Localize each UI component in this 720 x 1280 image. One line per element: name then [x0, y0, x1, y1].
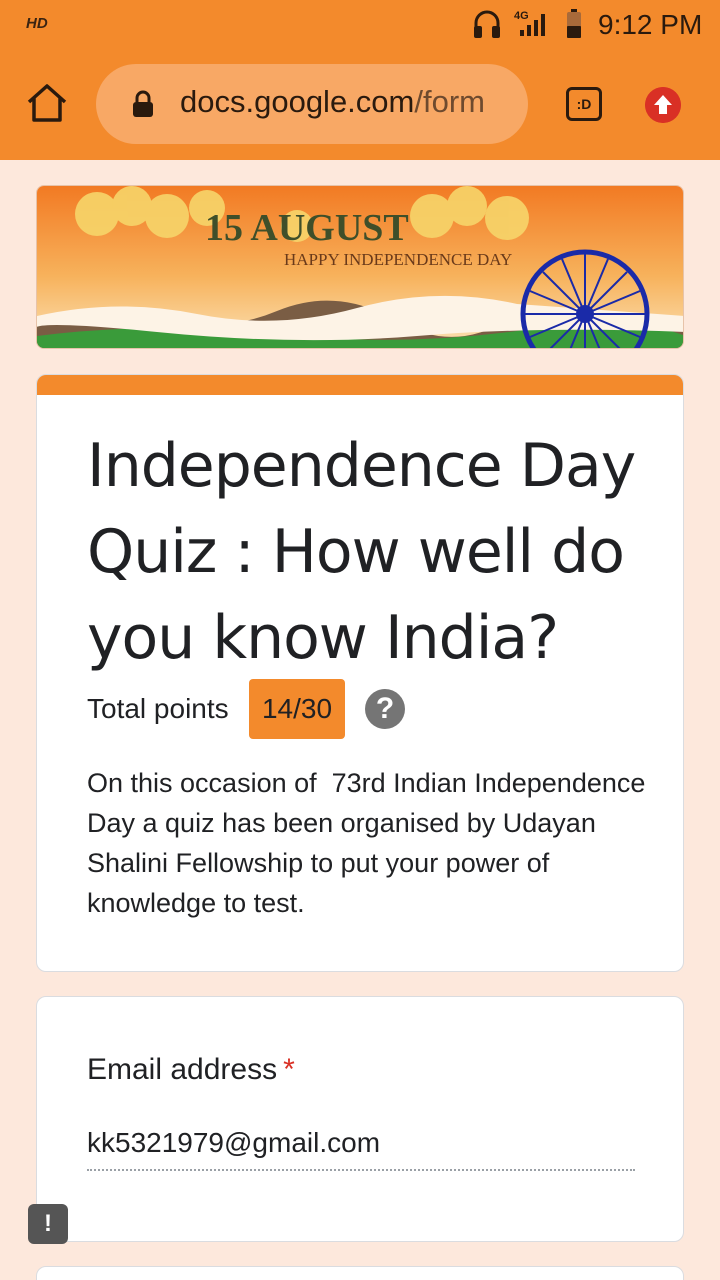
headphones-icon: [474, 10, 500, 38]
card-accent-bar: [37, 375, 683, 395]
address-bar[interactable]: docs.google.com/form: [96, 64, 528, 144]
next-question-card: [36, 1266, 684, 1280]
header-banner-image: 15 AUGUST HAPPY INDEPENDENCE DAY: [36, 185, 684, 349]
form-title-card: Independence Day Quiz : How well do you …: [36, 374, 684, 972]
required-marker: *: [283, 1053, 295, 1086]
banner-heading: 15 AUGUST: [205, 207, 409, 249]
signal-icon: 4G: [514, 10, 545, 36]
tab-switcher-button[interactable]: :D: [566, 87, 602, 121]
lock-icon: [133, 90, 153, 117]
clock: 9:12 PM: [598, 9, 703, 40]
banner-subheading: HAPPY INDEPENDENCE DAY: [284, 250, 512, 269]
url-domain: docs.google.com: [180, 84, 415, 119]
score-badge: 14/30: [249, 679, 345, 739]
feedback-icon[interactable]: !: [28, 1204, 68, 1244]
browser-toolbar: docs.google.com/form :D: [0, 50, 720, 160]
url-text: docs.google.com/form: [180, 84, 485, 120]
status-bar: HD 4G 9:12 PM: [0, 0, 720, 50]
email-question-label: Email address *: [87, 1053, 295, 1087]
hd-indicator: HD: [26, 15, 48, 32]
total-points-label: Total points: [87, 693, 229, 724]
form-title: Independence Day Quiz : How well do you …: [87, 431, 636, 673]
network-type-label: 4G: [514, 10, 529, 22]
update-icon[interactable]: [645, 87, 681, 123]
help-icon[interactable]: ?: [365, 689, 405, 729]
email-field[interactable]: kk5321979@gmail.com: [87, 1127, 635, 1171]
url-path: /form: [414, 84, 485, 119]
total-points-row: Total points 14/30 ?: [87, 679, 647, 739]
home-icon[interactable]: [24, 80, 70, 126]
email-question-card: Email address * kk5321979@gmail.com: [36, 996, 684, 1242]
email-label-text: Email address: [87, 1053, 278, 1086]
battery-icon: [567, 9, 581, 38]
form-description: On this occasion of 73rd Indian Independ…: [87, 768, 653, 918]
